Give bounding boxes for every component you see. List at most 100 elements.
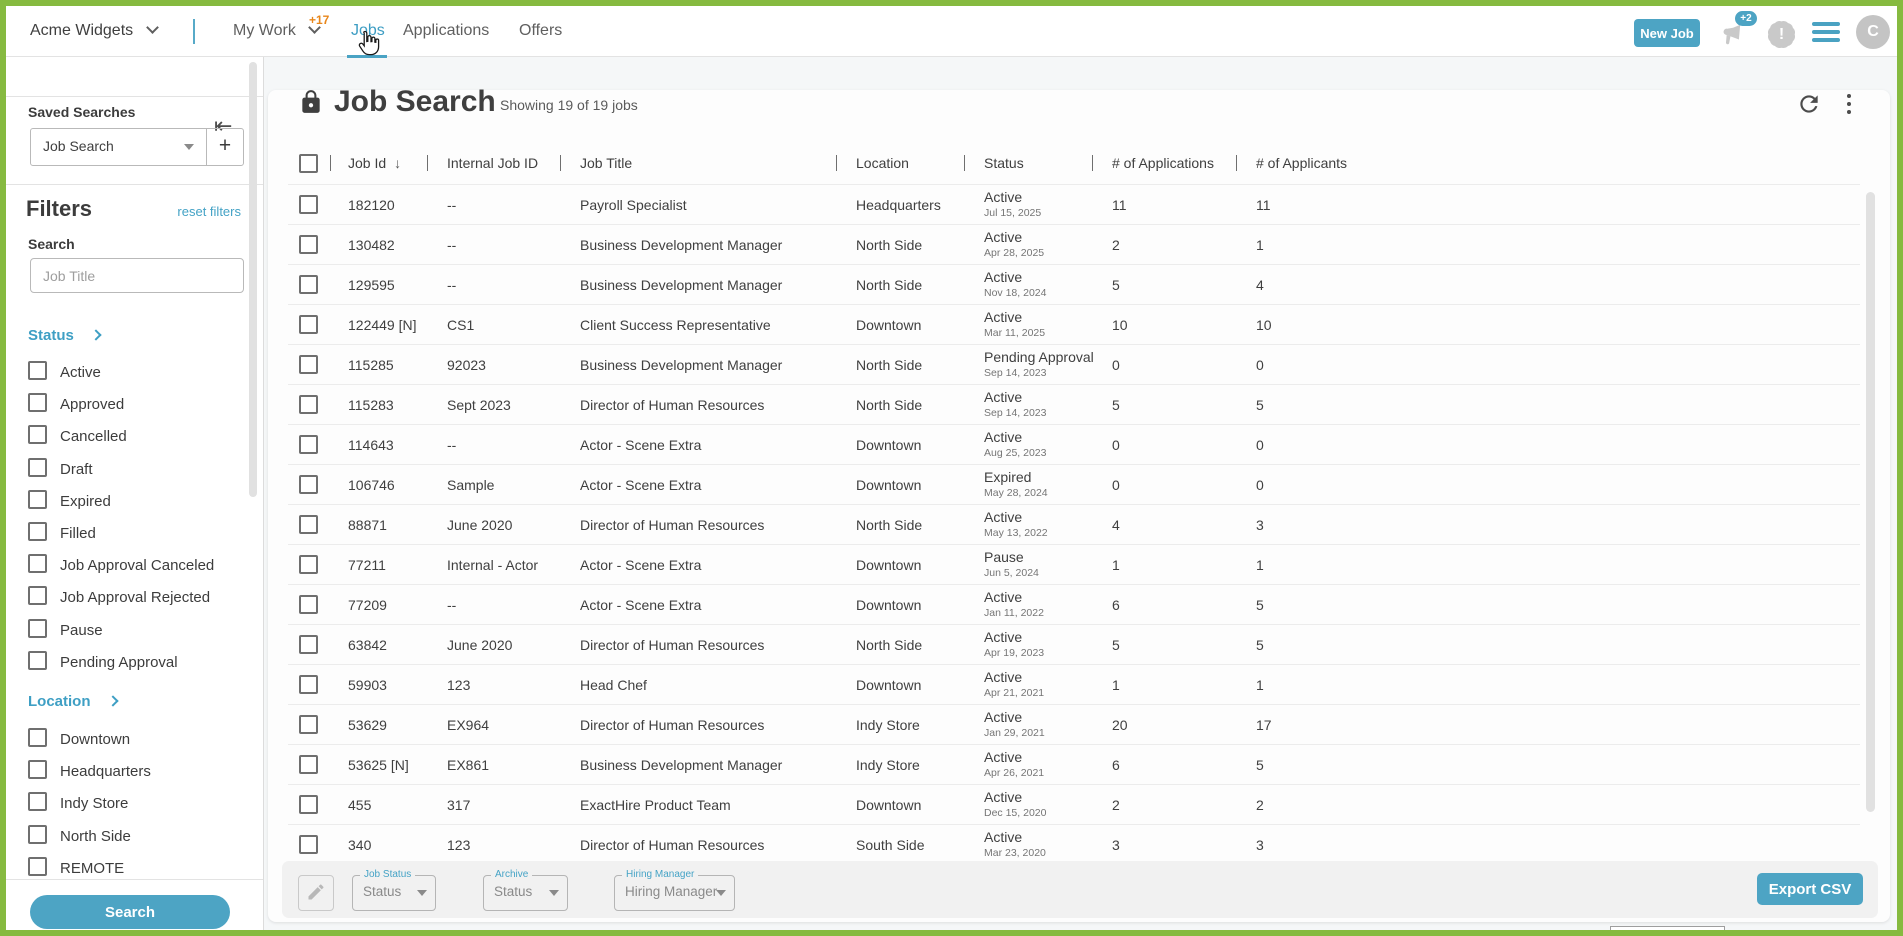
sidebar-scrollbar[interactable]	[249, 62, 257, 497]
company-selector[interactable]: Acme Widgets	[30, 6, 157, 56]
filter-option[interactable]: North Side	[28, 825, 131, 845]
table-row[interactable]: 63842June 2020Director of Human Resource…	[288, 624, 1860, 665]
nav-item-my-work[interactable]: My Work	[233, 6, 319, 56]
checkbox[interactable]	[28, 490, 47, 509]
checkbox[interactable]	[28, 651, 47, 670]
row-checkbox[interactable]	[299, 595, 318, 614]
table-row[interactable]: 115283Sept 2023Director of Human Resourc…	[288, 384, 1860, 425]
avatar[interactable]: C	[1856, 15, 1890, 49]
cell-job_id: 77209	[348, 585, 387, 625]
status-section-header[interactable]: Status	[28, 327, 100, 344]
filter-option[interactable]: Pending Approval	[28, 651, 178, 671]
export-csv-button[interactable]: Export CSV	[1757, 873, 1863, 905]
checkbox[interactable]	[28, 857, 47, 876]
cell-location: North Side	[856, 265, 922, 305]
filter-option[interactable]: Downtown	[28, 728, 130, 748]
filter-option[interactable]: Job Approval Rejected	[28, 586, 210, 606]
row-checkbox[interactable]	[299, 795, 318, 814]
cell-applications: 0	[1112, 345, 1120, 385]
filter-option[interactable]: Active	[28, 361, 101, 381]
table-row[interactable]: 130482--Business Development ManagerNort…	[288, 224, 1860, 265]
cell-applicants: 5	[1256, 625, 1264, 665]
cell-location: Downtown	[856, 785, 921, 825]
nav-item-jobs[interactable]: Jobs	[351, 6, 385, 56]
notification-count-badge: +2	[1735, 11, 1757, 26]
filter-option[interactable]: Cancelled	[28, 425, 127, 445]
filter-option[interactable]: Pause	[28, 619, 103, 639]
table-row[interactable]: 59903123Head ChefDowntownActiveApr 21, 2…	[288, 664, 1860, 705]
new-job-button[interactable]: New Job	[1634, 19, 1700, 47]
nav-item-label: Applications	[403, 22, 489, 39]
checkbox[interactable]	[28, 554, 47, 573]
filter-option[interactable]: Job Approval Canceled	[28, 554, 214, 574]
checkbox[interactable]	[28, 760, 47, 779]
table-row[interactable]: 106746SampleActor - Scene ExtraDowntownE…	[288, 464, 1860, 505]
row-checkbox[interactable]	[299, 715, 318, 734]
row-checkbox[interactable]	[299, 235, 318, 254]
checkbox[interactable]	[28, 586, 47, 605]
table-row[interactable]: 77209--Actor - Scene ExtraDowntownActive…	[288, 584, 1860, 625]
table-row[interactable]: 455317ExactHire Product TeamDowntownActi…	[288, 784, 1860, 825]
hamburger-menu-icon[interactable]	[1812, 22, 1840, 42]
hiring-manager-select[interactable]: Hiring Manager Hiring Manager	[614, 875, 735, 911]
checkbox[interactable]	[28, 425, 47, 444]
table-row[interactable]: 77211Internal - ActorActor - Scene Extra…	[288, 544, 1860, 585]
row-checkbox[interactable]	[299, 755, 318, 774]
checkbox[interactable]	[28, 728, 47, 747]
table-row[interactable]: 182120--Payroll SpecialistHeadquartersAc…	[288, 184, 1860, 225]
checkbox[interactable]	[28, 361, 47, 380]
row-checkbox[interactable]	[299, 275, 318, 294]
row-checkbox[interactable]	[299, 515, 318, 534]
row-checkbox[interactable]	[299, 675, 318, 694]
cell-location: Indy Store	[856, 705, 920, 745]
table-row[interactable]: 11528592023Business Development ManagerN…	[288, 344, 1860, 385]
filter-option[interactable]: Approved	[28, 393, 124, 413]
job-title-input[interactable]	[30, 258, 244, 293]
table-row[interactable]: 53625 [N]EX861Business Development Manag…	[288, 744, 1860, 785]
checkbox[interactable]	[28, 458, 47, 477]
checkbox[interactable]	[28, 619, 47, 638]
checkbox[interactable]	[28, 393, 47, 412]
cell-location: Downtown	[856, 465, 921, 505]
table-row[interactable]: 114643--Actor - Scene ExtraDowntownActiv…	[288, 424, 1860, 465]
add-saved-search-button[interactable]: +	[206, 129, 243, 165]
filter-option[interactable]: Draft	[28, 458, 93, 478]
cell-title: Payroll Specialist	[580, 185, 687, 225]
nav-item-offers[interactable]: Offers	[519, 6, 562, 56]
filter-option[interactable]: Headquarters	[28, 760, 151, 780]
table-scrollbar[interactable]	[1866, 192, 1875, 812]
edit-button[interactable]	[298, 875, 334, 911]
row-checkbox[interactable]	[299, 195, 318, 214]
table-row[interactable]: 340123Director of Human ResourcesSouth S…	[288, 824, 1860, 865]
megaphone-icon[interactable]	[1718, 22, 1744, 48]
filter-option[interactable]: Indy Store	[28, 792, 128, 812]
hiring-manager-label: Hiring Manager	[622, 869, 698, 880]
row-checkbox[interactable]	[299, 475, 318, 494]
filter-option[interactable]: REMOTE	[28, 857, 124, 877]
row-checkbox[interactable]	[299, 635, 318, 654]
checkbox[interactable]	[28, 825, 47, 844]
table-row[interactable]: 53629EX964Director of Human ResourcesInd…	[288, 704, 1860, 745]
row-checkbox[interactable]	[299, 355, 318, 374]
filter-option[interactable]: Expired	[28, 490, 111, 510]
table-row[interactable]: 88871June 2020Director of Human Resource…	[288, 504, 1860, 545]
row-checkbox[interactable]	[299, 315, 318, 334]
row-checkbox[interactable]	[299, 555, 318, 574]
cell-internal_id: EX861	[447, 745, 489, 785]
row-checkbox[interactable]	[299, 835, 318, 854]
archive-select[interactable]: Archive Status	[483, 875, 568, 911]
checkbox[interactable]	[28, 522, 47, 541]
job-status-select[interactable]: Job Status Status	[352, 875, 436, 911]
saved-search-select[interactable]: Job Search	[31, 129, 206, 165]
checkbox[interactable]	[28, 792, 47, 811]
reset-filters-link[interactable]: reset filters	[177, 204, 241, 219]
row-checkbox[interactable]	[299, 395, 318, 414]
location-section-header[interactable]: Location	[28, 693, 117, 710]
row-checkbox[interactable]	[299, 435, 318, 454]
filter-option[interactable]: Filled	[28, 522, 96, 542]
sidebar-search-button[interactable]: Search	[30, 895, 230, 929]
table-row[interactable]: 122449 [N]CS1Client Success Representati…	[288, 304, 1860, 345]
nav-item-applications[interactable]: Applications	[403, 6, 489, 56]
alert-seal-icon[interactable]: !	[1768, 21, 1795, 48]
table-row[interactable]: 129595--Business Development ManagerNort…	[288, 264, 1860, 305]
